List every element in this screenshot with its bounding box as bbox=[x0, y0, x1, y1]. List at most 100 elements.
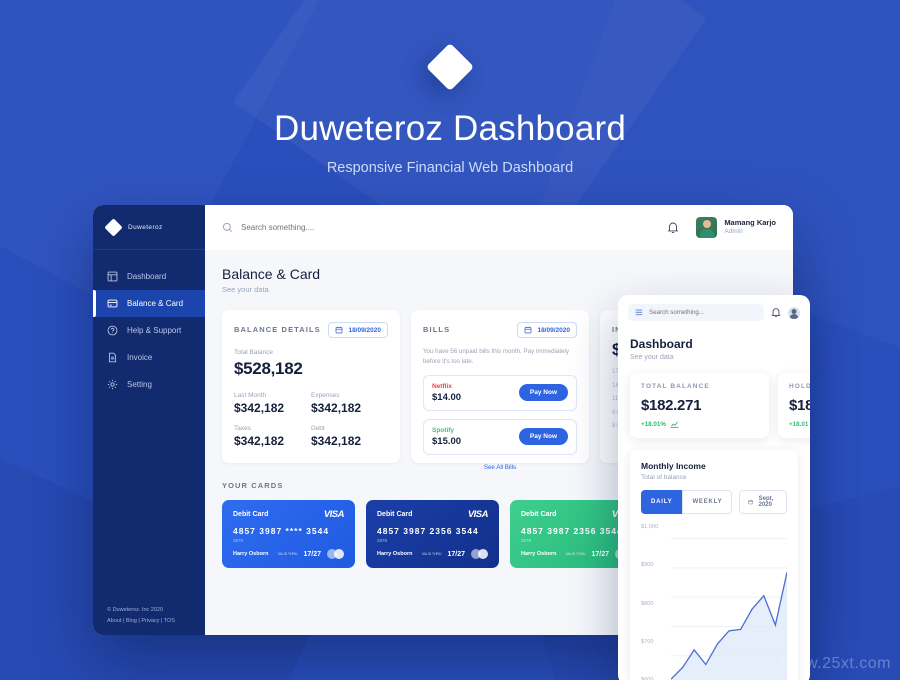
income-title: Monthly Income bbox=[641, 461, 706, 471]
monthly-income-card: Monthly Income Total of balance DAILY WE… bbox=[630, 450, 798, 680]
panel-header: BILLS 18/09/2020 bbox=[423, 322, 577, 338]
card-bottom: Harry Osborn VALID THRU 17/27 bbox=[377, 549, 488, 559]
card-number-block: 4857 3987 2356 3544 2878 bbox=[377, 526, 488, 543]
bills-note: You have 56 unpaid bills this month. Pay… bbox=[423, 348, 569, 365]
stat-value: $342,182 bbox=[234, 401, 285, 415]
hamburger-icon[interactable] bbox=[635, 309, 643, 316]
sidebar-item-invoice[interactable]: Invoice bbox=[93, 344, 205, 371]
stat-expenses: Expenses $342,182 bbox=[311, 392, 388, 415]
card-number-block: 4857 3987 **** 3544 2878 bbox=[233, 526, 344, 543]
sidebar-item-label: Balance & Card bbox=[127, 299, 184, 308]
sidebar-item-setting[interactable]: Setting bbox=[93, 371, 205, 398]
panel-title: BALANCE DETAILS bbox=[234, 325, 321, 334]
sidebar-item-dashboard[interactable]: Dashboard bbox=[93, 263, 205, 290]
card-type: Debit Card bbox=[377, 511, 413, 518]
overlay-top-bar bbox=[618, 295, 810, 328]
bell-icon[interactable] bbox=[667, 221, 679, 234]
card-expiry: 17/27 bbox=[303, 550, 321, 558]
income-range-tabs: DAILY WEEKLY Sept, 2020 bbox=[641, 490, 787, 514]
stat-delta: +18.01 bbox=[789, 421, 810, 428]
diamond-icon bbox=[425, 42, 475, 92]
pay-now-button[interactable]: Pay Now bbox=[518, 428, 568, 446]
date-picker-balance[interactable]: 18/09/2020 bbox=[328, 322, 388, 338]
tab-weekly[interactable]: WEEKLY bbox=[682, 490, 733, 514]
overlay-search-input[interactable] bbox=[648, 309, 757, 316]
avatar bbox=[696, 217, 718, 238]
sidebar-item-label: Invoice bbox=[127, 353, 153, 362]
user-menu[interactable]: Mamang Karjo Admin bbox=[696, 217, 776, 238]
calendar-icon bbox=[748, 499, 754, 505]
hero-section: Duweteroz Dashboard Responsive Financial… bbox=[0, 42, 900, 176]
calendar-icon bbox=[336, 326, 343, 334]
tab-daily[interactable]: DAILY bbox=[641, 490, 683, 514]
stat-value: $342,182 bbox=[234, 434, 285, 448]
stat-value: $18 bbox=[789, 397, 810, 414]
chart-svg bbox=[671, 524, 787, 680]
stat-label: Expenses bbox=[311, 392, 340, 399]
card-number-block: 4857 3987 2356 3544 2878 bbox=[521, 526, 632, 543]
date-picker-bills[interactable]: 18/09/2020 bbox=[517, 322, 577, 338]
see-all-bills-link[interactable]: See All Bills bbox=[423, 464, 577, 471]
stat-value: $342,182 bbox=[311, 401, 362, 415]
card-expiry: 17/27 bbox=[447, 550, 465, 558]
y-tick: $900 bbox=[641, 562, 654, 569]
footer-links[interactable]: About | Blog | Privacy | TOS bbox=[107, 618, 205, 624]
user-name: Mamang Karjo bbox=[724, 218, 776, 228]
stat-card-total-balance: TOTAL BALANCE $182.271 +18.01% bbox=[630, 373, 769, 438]
search-box[interactable] bbox=[222, 222, 667, 233]
card-meta: VALID THRU 17/27 bbox=[422, 549, 488, 559]
search-icon bbox=[222, 222, 232, 232]
card-type: Debit Card bbox=[521, 511, 557, 518]
search-input[interactable] bbox=[241, 223, 441, 232]
card-top: Debit Card VISA bbox=[233, 509, 345, 520]
brand-logo[interactable]: Duweteroz bbox=[93, 205, 205, 250]
overlay-title: Dashboard bbox=[630, 337, 693, 351]
sidebar-item-help-support[interactable]: Help & Support bbox=[93, 317, 205, 344]
y-tick: $700 bbox=[641, 638, 654, 645]
balance-stats-grid: Last Month $342,182 Expenses $342,182 Ta… bbox=[234, 392, 388, 458]
credit-card-1[interactable]: Debit Card VISA 4857 3987 **** 3544 2878… bbox=[222, 500, 355, 568]
stat-taxes: Taxes $342,182 bbox=[234, 425, 311, 448]
sidebar-item-balance-card[interactable]: Balance & Card bbox=[93, 290, 205, 317]
card-icon bbox=[107, 299, 118, 308]
credit-card-2[interactable]: Debit Card VISA 4857 3987 2356 3544 2878… bbox=[366, 500, 499, 568]
stat-value: $182.271 bbox=[641, 397, 702, 414]
valid-thru-label: VALID THRU bbox=[421, 551, 442, 556]
overlay-search-box[interactable] bbox=[628, 304, 764, 321]
income-date-picker[interactable]: Sept, 2020 bbox=[739, 490, 787, 514]
stat-label: HOLD bbox=[789, 383, 810, 390]
date-value: 18/09/2020 bbox=[537, 326, 570, 334]
visa-logo-icon: VISA bbox=[467, 509, 489, 520]
sidebar-nav: Dashboard Balance & Card Help & Support … bbox=[93, 250, 205, 607]
income-date-value: Sept, 2020 bbox=[758, 496, 774, 508]
stat-delta-value: +18.01% bbox=[641, 421, 667, 428]
stat-delta: +18.01% bbox=[641, 421, 758, 428]
sidebar: Duweteroz Dashboard Balance & Card Help … bbox=[93, 205, 205, 635]
gear-icon bbox=[107, 379, 118, 390]
valid-thru-label: VALID THRU bbox=[565, 551, 586, 556]
stat-value: $342,182 bbox=[311, 434, 362, 448]
bills-panel: BILLS 18/09/2020 You have 56 unpaid bill… bbox=[411, 310, 589, 471]
calendar-icon bbox=[525, 326, 532, 334]
trend-up-icon bbox=[670, 421, 679, 428]
stat-last-month: Last Month $342,182 bbox=[234, 392, 311, 415]
avatar[interactable] bbox=[788, 306, 800, 319]
panel-title: BILLS bbox=[423, 325, 451, 334]
panel-header: BALANCE DETAILS 18/09/2020 bbox=[234, 322, 388, 338]
watermark: www.25xt.com bbox=[781, 655, 891, 672]
sidebar-item-label: Help & Support bbox=[127, 326, 182, 335]
chart-y-axis: $1,000 $900 $800 $700 $600 bbox=[641, 524, 671, 680]
mastercard-icon bbox=[327, 549, 344, 559]
pay-now-button[interactable]: Pay Now bbox=[518, 384, 568, 402]
date-value: 18/09/2020 bbox=[348, 326, 381, 334]
stat-label: Taxes bbox=[234, 425, 251, 432]
card-meta: VALID THRU 17/27 bbox=[278, 549, 344, 559]
stat-card-holding: HOLD $18 +18.01 bbox=[778, 373, 810, 438]
stat-delta-value: +18.01 bbox=[789, 421, 809, 428]
card-number: 4857 3987 2356 3544 bbox=[377, 526, 479, 536]
card-holder: Harry Osborn bbox=[377, 551, 413, 557]
bell-icon[interactable] bbox=[771, 307, 781, 318]
overlay-dashboard-panel: Dashboard See your data TOTAL BALANCE $1… bbox=[618, 295, 810, 680]
brand-name: Duweteroz bbox=[128, 223, 163, 231]
stat-debt: Debt $342,182 bbox=[311, 425, 388, 448]
